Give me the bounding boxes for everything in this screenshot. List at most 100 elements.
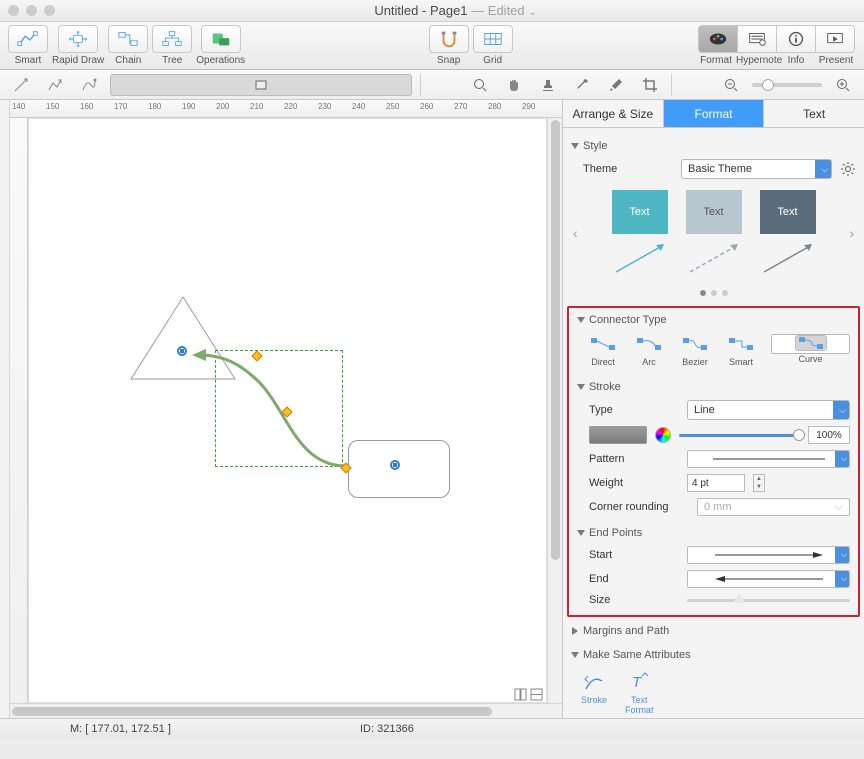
tab-format[interactable]: Format bbox=[664, 100, 765, 127]
page-fit-icon[interactable] bbox=[530, 688, 543, 701]
stroke-header[interactable]: Stroke bbox=[577, 377, 850, 397]
crop-icon[interactable] bbox=[637, 74, 663, 96]
gear-icon[interactable] bbox=[840, 161, 856, 177]
opacity-value[interactable]: 100% bbox=[808, 426, 850, 444]
hand-icon[interactable] bbox=[501, 74, 527, 96]
present-button[interactable] bbox=[815, 25, 855, 53]
size-label: Size bbox=[589, 594, 679, 606]
triangle-connection-point[interactable] bbox=[177, 346, 187, 356]
hypernote-button[interactable] bbox=[737, 25, 777, 53]
connector-curve[interactable] bbox=[188, 343, 358, 483]
ruler-tick: 150 bbox=[46, 102, 59, 111]
shape-tool-icon[interactable] bbox=[110, 74, 412, 96]
rapid-draw-label: Rapid Draw bbox=[52, 55, 104, 66]
rounded-rect-shape[interactable] bbox=[348, 440, 450, 498]
info-button[interactable] bbox=[776, 25, 816, 53]
ruler-tick: 270 bbox=[454, 102, 467, 111]
connector-type-header[interactable]: Connector Type bbox=[577, 310, 850, 330]
ruler-tick: 280 bbox=[488, 102, 501, 111]
eyedropper-icon[interactable] bbox=[569, 74, 595, 96]
operations-label: Operations bbox=[196, 55, 245, 66]
tab-arrange[interactable]: Arrange & Size bbox=[563, 100, 664, 127]
swatch-next-icon[interactable]: › bbox=[847, 225, 856, 241]
end-label: End bbox=[589, 573, 679, 585]
tree-label: Tree bbox=[162, 55, 182, 66]
ruler-tick: 250 bbox=[386, 102, 399, 111]
connector-curve[interactable]: Curve bbox=[771, 334, 850, 354]
theme-select[interactable]: Basic Theme⌵ bbox=[681, 159, 832, 179]
magnify-icon[interactable] bbox=[467, 74, 493, 96]
window-title: Untitled - Page1 — Edited ⌄ bbox=[55, 3, 856, 18]
page-nav-icon[interactable] bbox=[514, 688, 527, 701]
endpoint-size-slider[interactable] bbox=[687, 599, 850, 602]
ruler-tick: 190 bbox=[182, 102, 195, 111]
stroke-type-label: Type bbox=[589, 404, 679, 416]
operations-button[interactable] bbox=[201, 25, 241, 53]
end-arrow-select[interactable]: ⌵ bbox=[687, 570, 850, 588]
vertical-scrollbar[interactable] bbox=[547, 118, 562, 703]
chain-button[interactable] bbox=[108, 25, 148, 53]
makesame-stroke[interactable]: Stroke bbox=[581, 671, 607, 716]
zoom-icon[interactable] bbox=[44, 5, 55, 16]
format-panel-button[interactable] bbox=[698, 25, 738, 53]
stamp-icon[interactable] bbox=[535, 74, 561, 96]
swatch-pager[interactable] bbox=[571, 284, 856, 302]
minimize-icon[interactable] bbox=[26, 5, 37, 16]
stroke-type-select[interactable]: Line⌵ bbox=[687, 400, 850, 420]
close-icon[interactable] bbox=[8, 5, 19, 16]
curve-tool-icon[interactable] bbox=[76, 74, 102, 96]
chain-label: Chain bbox=[115, 55, 141, 66]
titlebar: Untitled - Page1 — Edited ⌄ bbox=[0, 0, 864, 22]
pattern-select[interactable]: ⌵ bbox=[687, 450, 850, 468]
polyline-tool-icon[interactable] bbox=[42, 74, 68, 96]
format-label: Format bbox=[696, 55, 736, 66]
style-swatch[interactable]: Text bbox=[612, 190, 668, 234]
horizontal-ruler: 1401501601701801902002102202302402502602… bbox=[10, 100, 562, 118]
canvas[interactable] bbox=[28, 118, 547, 703]
ruler-tick: 260 bbox=[420, 102, 433, 111]
toolbar-mid-group: Snap Grid bbox=[429, 25, 513, 66]
rapid-draw-button[interactable] bbox=[58, 25, 98, 53]
zoom-in-icon[interactable] bbox=[830, 74, 856, 96]
smart-button[interactable] bbox=[8, 25, 48, 53]
left-gutter bbox=[0, 100, 10, 718]
tree-button[interactable] bbox=[152, 25, 192, 53]
start-label: Start bbox=[589, 549, 679, 561]
swatch-prev-icon[interactable]: ‹ bbox=[571, 225, 580, 241]
weight-stepper[interactable]: ▲▼ bbox=[753, 474, 765, 492]
start-arrow-select[interactable]: ⌵ bbox=[687, 546, 850, 564]
connector-arc[interactable]: Arc bbox=[633, 334, 665, 367]
endpoints-header[interactable]: End Points bbox=[577, 523, 850, 543]
zoom-slider[interactable] bbox=[752, 83, 822, 87]
horizontal-scrollbar[interactable] bbox=[10, 703, 562, 718]
zoom-out-icon[interactable] bbox=[718, 74, 744, 96]
style-swatch[interactable]: Text bbox=[686, 190, 742, 234]
hypernote-label: Hypernote bbox=[736, 55, 776, 66]
margins-header[interactable]: Margins and Path bbox=[571, 621, 856, 641]
connector-bezier[interactable]: Bezier bbox=[679, 334, 711, 367]
rect-connection-point[interactable] bbox=[390, 460, 400, 470]
connector-smart[interactable]: Smart bbox=[725, 334, 757, 367]
corner-label: Corner rounding bbox=[589, 501, 689, 513]
opacity-slider[interactable] bbox=[679, 434, 800, 437]
stroke-color-well[interactable] bbox=[589, 426, 647, 444]
style-section-header[interactable]: Style bbox=[571, 136, 856, 156]
window-controls[interactable] bbox=[8, 5, 55, 16]
main-toolbar: Smart Rapid Draw Chain Tree Operations S… bbox=[0, 22, 864, 70]
grid-button[interactable] bbox=[473, 25, 513, 53]
ruler-tick: 180 bbox=[148, 102, 161, 111]
corner-select[interactable]: 0 mm⌵ bbox=[697, 498, 850, 516]
snap-button[interactable] bbox=[429, 25, 469, 53]
brush-icon[interactable] bbox=[603, 74, 629, 96]
color-wheel-icon[interactable] bbox=[655, 427, 671, 443]
ruler-tick: 230 bbox=[318, 102, 331, 111]
line-tool-icon[interactable] bbox=[8, 74, 34, 96]
ruler-tick: 210 bbox=[250, 102, 263, 111]
makesame-text-format[interactable]: T Text Format bbox=[625, 671, 654, 716]
tab-text[interactable]: Text bbox=[764, 100, 864, 127]
connector-direct[interactable]: Direct bbox=[587, 334, 619, 367]
weight-input[interactable]: 4 pt bbox=[687, 474, 745, 492]
ruler-tick: 290 bbox=[522, 102, 535, 111]
makesame-header[interactable]: Make Same Attributes bbox=[571, 645, 856, 665]
style-swatch[interactable]: Text bbox=[760, 190, 816, 234]
